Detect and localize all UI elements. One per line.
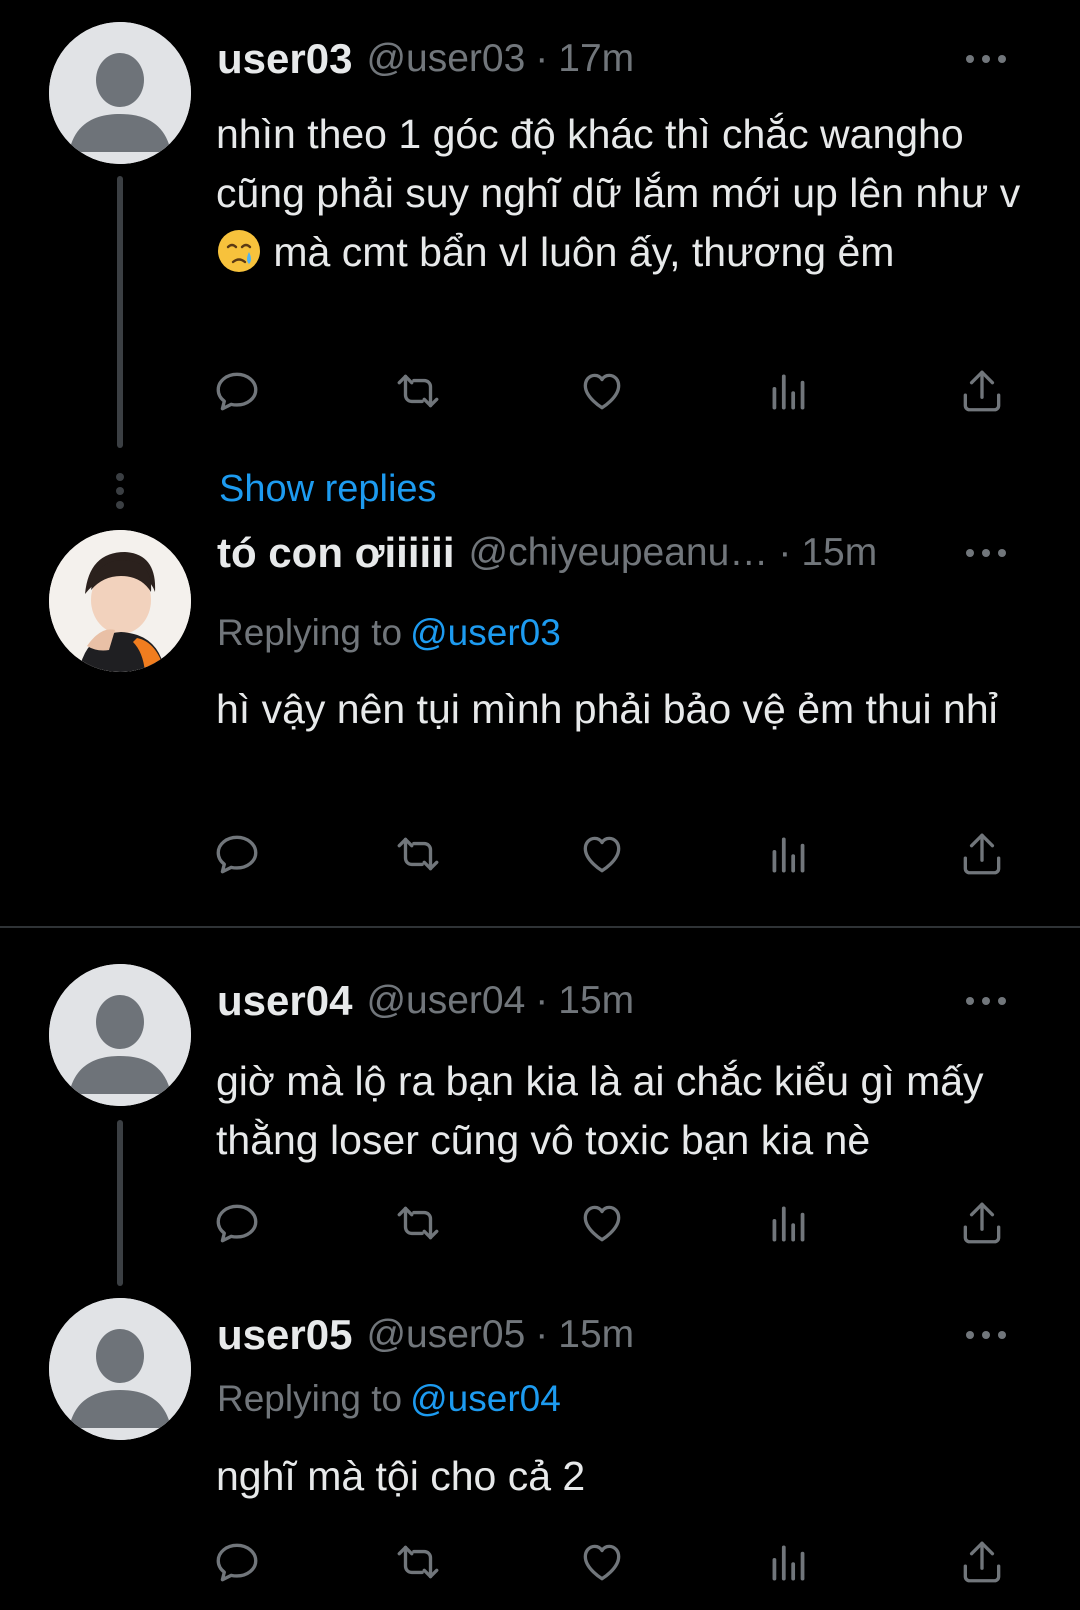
tweet-header: user05 @user05 · 15m bbox=[217, 1310, 1050, 1360]
user-handle[interactable]: @user03 bbox=[366, 37, 525, 81]
separator: · bbox=[535, 37, 549, 80]
display-name[interactable]: user05 bbox=[217, 1311, 352, 1359]
user-handle[interactable]: @chiyeupeanu… bbox=[469, 531, 769, 575]
timestamp[interactable]: 15m bbox=[558, 1313, 634, 1357]
views-icon[interactable] bbox=[764, 366, 814, 416]
avatar-chiyeupeanut[interactable] bbox=[49, 530, 191, 672]
default-avatar-icon bbox=[49, 964, 191, 1106]
tweet-actions bbox=[212, 1198, 1042, 1258]
mention-link[interactable]: @user03 bbox=[410, 612, 561, 653]
tweet-actions bbox=[212, 829, 1042, 889]
crying-face-emoji-icon bbox=[218, 230, 260, 272]
like-icon[interactable] bbox=[577, 366, 627, 416]
user-handle[interactable]: @user04 bbox=[366, 979, 525, 1023]
display-name[interactable]: user03 bbox=[217, 35, 352, 83]
retweet-icon[interactable] bbox=[393, 1537, 443, 1587]
profile-photo bbox=[49, 530, 191, 672]
show-replies-link[interactable]: Show replies bbox=[219, 468, 437, 511]
separator: · bbox=[778, 531, 792, 574]
avatar-user04[interactable] bbox=[49, 964, 191, 1106]
tweet-header: user04 @user04 · 15m bbox=[217, 976, 1050, 1026]
like-icon[interactable] bbox=[577, 829, 627, 879]
default-avatar-icon bbox=[49, 1298, 191, 1440]
replying-to: Replying to @user04 bbox=[217, 1378, 561, 1420]
more-options-icon[interactable] bbox=[966, 996, 1006, 1006]
user-handle[interactable]: @user05 bbox=[366, 1313, 525, 1357]
display-name[interactable]: user04 bbox=[217, 977, 352, 1025]
thread-line bbox=[117, 1120, 123, 1286]
tweet-actions bbox=[212, 1537, 1042, 1597]
tweet-header: tó con ơiiiiii @chiyeupeanu… · 15m bbox=[217, 528, 1050, 578]
reply-icon[interactable] bbox=[212, 829, 262, 879]
display-name[interactable]: tó con ơiiiiii bbox=[217, 529, 455, 577]
views-icon[interactable] bbox=[764, 829, 814, 879]
replying-to: Replying to @user03 bbox=[217, 612, 561, 654]
like-icon[interactable] bbox=[577, 1198, 627, 1248]
retweet-icon[interactable] bbox=[393, 1198, 443, 1248]
tweet-text: nghĩ mà tội cho cả 2 bbox=[216, 1453, 586, 1499]
share-icon[interactable] bbox=[957, 1198, 1007, 1248]
tweet-text: giờ mà lộ ra bạn kia là ai chắc kiểu gì … bbox=[216, 1058, 984, 1163]
more-options-icon[interactable] bbox=[966, 1330, 1006, 1340]
thread-dots bbox=[116, 473, 124, 515]
share-icon[interactable] bbox=[957, 829, 1007, 879]
tweet-text: nhìn theo 1 góc độ khác thì chắc wangho … bbox=[216, 105, 1046, 282]
views-icon[interactable] bbox=[764, 1198, 814, 1248]
tweet-text: hì vậy nên tụi mình phải bảo vệ ẻm thui … bbox=[216, 686, 998, 732]
reply-icon[interactable] bbox=[212, 1537, 262, 1587]
default-avatar-icon bbox=[49, 22, 191, 164]
share-icon[interactable] bbox=[957, 366, 1007, 416]
divider bbox=[0, 926, 1080, 928]
tweet-text-part: mà cmt bẩn vl luôn ấy, thương ẻm bbox=[262, 229, 895, 275]
tweet-text-part: nhìn theo 1 góc độ khác thì chắc wangho … bbox=[216, 111, 1021, 216]
reply-icon[interactable] bbox=[212, 1198, 262, 1248]
replying-label: Replying to bbox=[217, 612, 403, 653]
tweet-actions bbox=[212, 366, 1042, 426]
reply-icon[interactable] bbox=[212, 366, 262, 416]
replying-label: Replying to bbox=[217, 1378, 403, 1419]
timestamp[interactable]: 17m bbox=[558, 37, 634, 81]
tweet-header: user03 @user03 · 17m bbox=[217, 34, 1050, 84]
more-options-icon[interactable] bbox=[966, 54, 1006, 64]
thread-line bbox=[117, 176, 123, 448]
retweet-icon[interactable] bbox=[393, 829, 443, 879]
avatar-user05[interactable] bbox=[49, 1298, 191, 1440]
timestamp[interactable]: 15m bbox=[558, 979, 634, 1023]
timestamp[interactable]: 15m bbox=[801, 531, 877, 575]
views-icon[interactable] bbox=[764, 1537, 814, 1587]
like-icon[interactable] bbox=[577, 1537, 627, 1587]
separator: · bbox=[535, 1313, 549, 1356]
retweet-icon[interactable] bbox=[393, 366, 443, 416]
more-options-icon[interactable] bbox=[966, 548, 1006, 558]
mention-link[interactable]: @user04 bbox=[410, 1378, 561, 1419]
separator: · bbox=[535, 979, 549, 1022]
avatar-user03[interactable] bbox=[49, 22, 191, 164]
share-icon[interactable] bbox=[957, 1537, 1007, 1587]
